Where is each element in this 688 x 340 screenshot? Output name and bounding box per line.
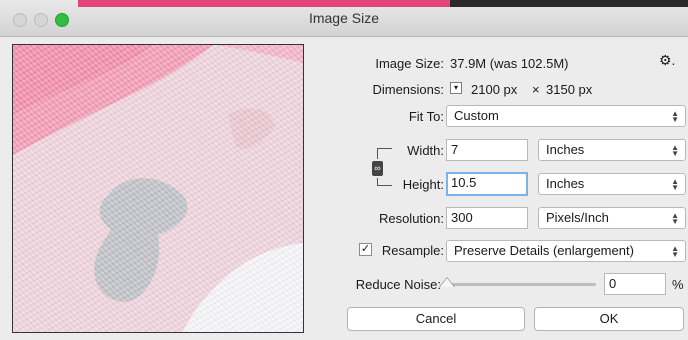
resample-checkbox[interactable]: ✓ [359, 243, 372, 256]
height-unit-value: Inches [546, 176, 585, 191]
paper-texture [13, 45, 303, 332]
reduce-noise-label: Reduce Noise: [355, 277, 441, 292]
gear-icon[interactable]: ⚙. [659, 52, 675, 69]
dimensions-height-px: 3150 px [546, 82, 593, 97]
reduce-noise-unit: % [672, 277, 684, 292]
reduce-noise-slider-thumb[interactable] [440, 278, 454, 287]
updown-arrows-icon: ▲ ▼ [671, 108, 679, 124]
height-label: Height: [402, 177, 444, 192]
resolution-unit-value: Pixels/Inch [546, 210, 609, 225]
image-size-label: Image Size: [375, 56, 444, 71]
fit-to-select[interactable]: Custom ▲ ▼ [446, 105, 686, 127]
window-title: Image Size [308, 10, 380, 26]
link-icon[interactable]: ∞ [372, 161, 383, 176]
fit-to-value: Custom [454, 108, 499, 123]
updown-arrows-icon: ▲ ▼ [671, 176, 679, 192]
height-input[interactable]: 10.5 [446, 172, 528, 196]
image-size-value: 37.9M (was 102.5M) [450, 56, 569, 71]
width-unit-value: Inches [546, 142, 585, 157]
updown-arrows-icon: ▲ ▼ [671, 142, 679, 158]
updown-arrows-icon: ▲ ▼ [671, 243, 679, 259]
width-input[interactable]: 7 [446, 139, 528, 161]
height-unit-select[interactable]: Inches ▲ ▼ [538, 173, 686, 195]
image-preview[interactable] [12, 44, 304, 333]
dimensions-label: Dimensions: [372, 82, 444, 97]
resolution-input[interactable]: 300 [446, 207, 528, 229]
width-label: Width: [407, 143, 444, 158]
resample-label: Resample: [381, 243, 444, 258]
cancel-button[interactable]: Cancel [347, 307, 525, 331]
resample-method-select[interactable]: Preserve Details (enlargement) ▲ ▼ [446, 240, 686, 262]
background-window-strip-dark [450, 0, 688, 7]
resample-method-value: Preserve Details (enlargement) [454, 243, 634, 258]
reduce-noise-input[interactable]: 0 [604, 273, 666, 295]
title-bar: Image Size [0, 0, 688, 37]
fit-to-label: Fit To: [408, 109, 444, 124]
dropdown-icon[interactable]: ▾ [450, 82, 462, 94]
resolution-unit-select[interactable]: Pixels/Inch ▲ ▼ [538, 207, 686, 229]
reduce-noise-slider[interactable] [446, 283, 596, 286]
updown-arrows-icon: ▲ ▼ [671, 210, 679, 226]
resolution-label: Resolution: [378, 211, 444, 226]
ok-button[interactable]: OK [534, 307, 684, 331]
dimensions-width-px: 2100 px [471, 82, 518, 97]
background-window-strip [78, 0, 450, 7]
dimensions-times: × [532, 82, 540, 97]
width-unit-select[interactable]: Inches ▲ ▼ [538, 139, 686, 161]
